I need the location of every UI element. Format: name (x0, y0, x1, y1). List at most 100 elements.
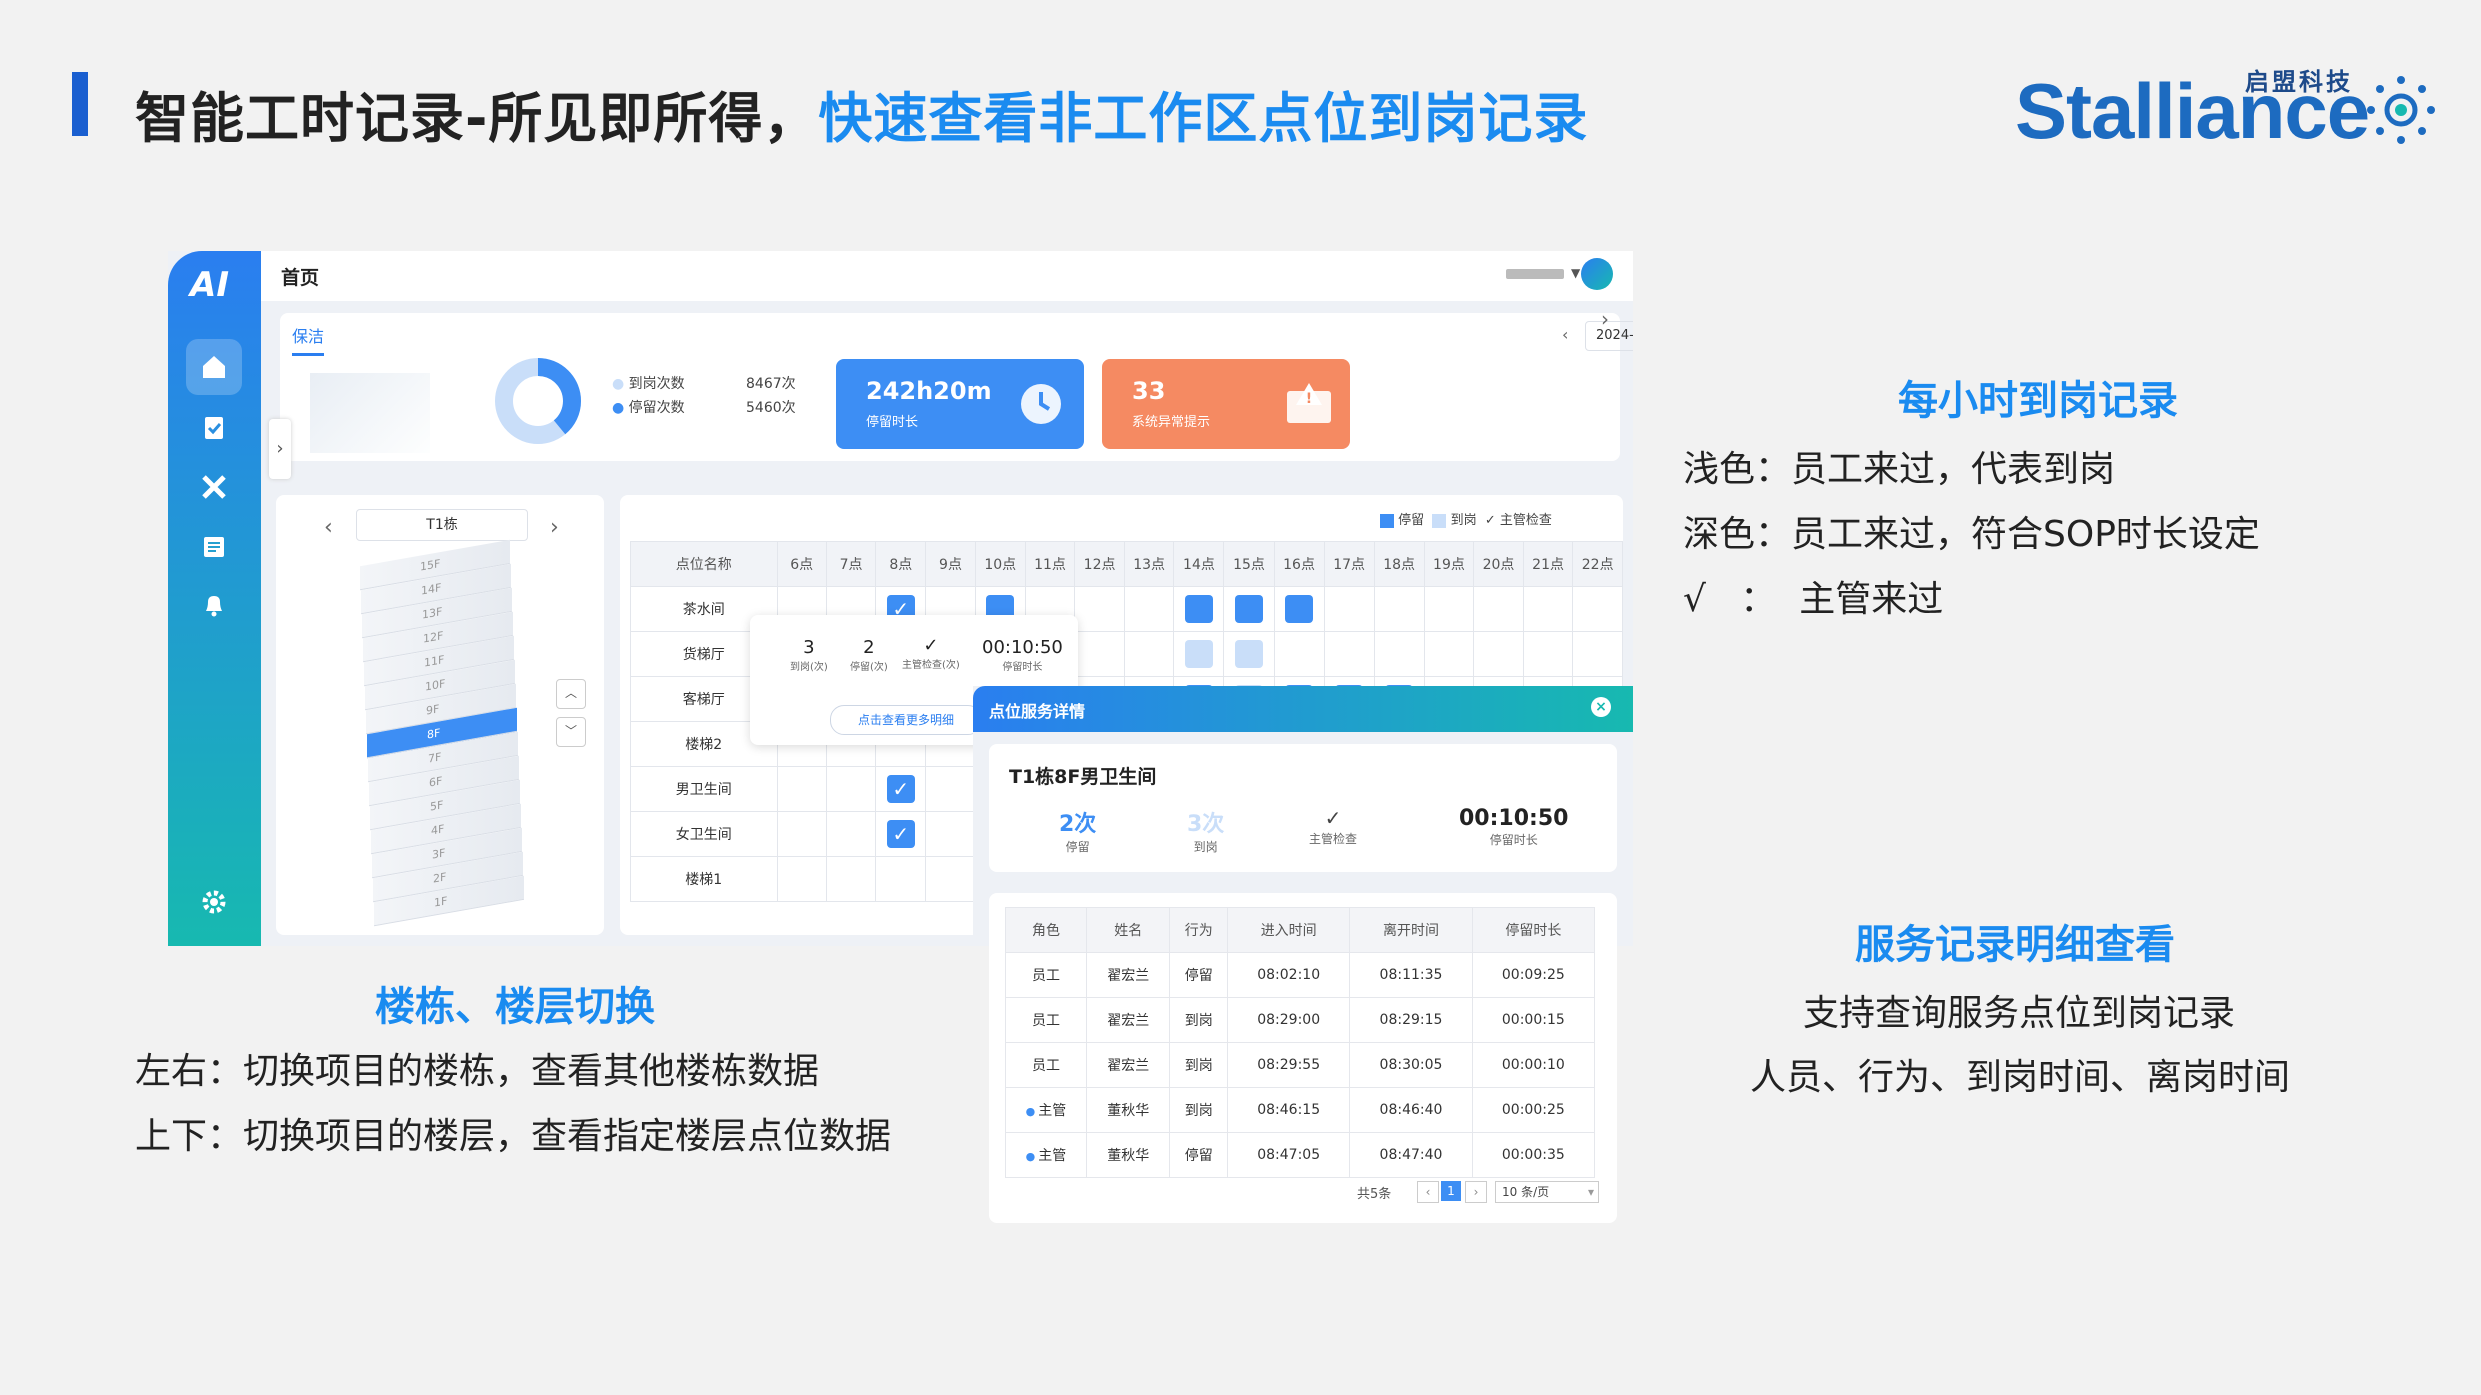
floor-down-button[interactable]: ﹀ (556, 717, 586, 747)
detail-check: ✓ 主管检查 (1309, 806, 1358, 846)
check-icon: ✓ (923, 635, 939, 656)
hour-cell[interactable] (1373, 586, 1425, 632)
table-row: 员工 翟宏兰 停留 08:02:10 08:11:35 00:09:25 (1005, 952, 1596, 998)
prev-page-button[interactable]: ‹ (1417, 1181, 1439, 1203)
page-size-select[interactable]: 10 条/页 ▾ (1495, 1181, 1599, 1203)
warning-mail-icon: ! (1287, 383, 1331, 423)
legend-stay: ● 停留次数 (612, 400, 685, 416)
hour-cell[interactable] (925, 811, 976, 857)
service-note-title: 服务记录明细查看 (1855, 922, 2175, 968)
hour-cell[interactable] (1522, 631, 1574, 677)
hour-cell[interactable] (1273, 586, 1325, 632)
chevron-down-icon: ▾ (1587, 1185, 1594, 1199)
hour-cell[interactable] (1473, 631, 1524, 677)
building-illustration (310, 373, 430, 453)
chevron-down-icon[interactable]: ▼ (1571, 266, 1580, 280)
check-cell-icon[interactable]: ✓ (886, 775, 915, 803)
hour-cell[interactable] (1273, 631, 1325, 677)
page-number[interactable]: 1 (1441, 1181, 1461, 1201)
switch-note-title: 楼栋、楼层切换 (375, 984, 655, 1030)
hour-header: 6点 (776, 541, 827, 587)
hour-cell[interactable] (825, 856, 877, 902)
detail-header: 点位服务详情 × (973, 686, 1633, 732)
check-cell-icon[interactable]: ✓ (886, 820, 915, 848)
hour-cell[interactable] (776, 766, 827, 812)
bell-icon (206, 596, 222, 617)
hour-cell[interactable] (1473, 586, 1524, 632)
prev-building-button[interactable]: ‹ (324, 515, 333, 540)
building-name[interactable]: T1栋 (356, 509, 528, 541)
floor-up-button[interactable]: ︿ (556, 679, 586, 709)
clipboard-icon (205, 417, 223, 439)
sidebar-item-home[interactable] (186, 339, 242, 395)
hour-cell[interactable] (1223, 631, 1275, 677)
next-date-button[interactable]: › (1601, 307, 1609, 331)
table-cell: 董秋华 (1085, 1087, 1171, 1133)
hour-cell[interactable]: ✓ (875, 811, 927, 857)
presence-cell[interactable] (1184, 640, 1213, 668)
hour-cell[interactable] (825, 766, 877, 812)
hour-cell[interactable] (1123, 586, 1175, 632)
hour-cell[interactable] (1423, 586, 1475, 632)
hour-cell[interactable] (1323, 586, 1375, 632)
hour-cell[interactable] (1572, 586, 1623, 632)
presence-cell[interactable] (1285, 595, 1314, 623)
close-icon[interactable]: × (1591, 697, 1611, 717)
detail-col-header: 离开时间 (1349, 907, 1473, 953)
hour-cell[interactable]: ✓ (875, 766, 927, 812)
presence-cell[interactable] (1235, 595, 1263, 623)
breadcrumb-home[interactable]: 首页 (281, 263, 319, 290)
hour-cell[interactable] (1074, 631, 1125, 677)
hour-cell[interactable] (1423, 631, 1475, 677)
sidebar-logo: AI (190, 265, 229, 305)
hour-cell[interactable] (776, 811, 827, 857)
presence-cell[interactable] (1235, 640, 1263, 668)
sidebar: AI (168, 251, 261, 946)
sidebar-item-list[interactable] (186, 519, 242, 575)
grid-col-header: 点位名称 (630, 541, 778, 587)
hour-cell[interactable] (1074, 586, 1125, 632)
hour-cell[interactable] (925, 766, 976, 812)
hour-cell[interactable] (875, 856, 927, 902)
hour-cell[interactable] (925, 856, 976, 902)
date-picker[interactable]: 2024-05-10 (1585, 321, 1633, 351)
table-cell: 08:46:40 (1349, 1087, 1473, 1133)
hour-cell[interactable] (776, 856, 827, 902)
sidebar-item-tasks[interactable] (186, 399, 242, 455)
hour-cell[interactable] (1223, 586, 1275, 632)
presence-cell[interactable] (1184, 595, 1213, 623)
project-selector[interactable] (1506, 269, 1564, 279)
hour-cell[interactable] (825, 811, 877, 857)
table-cell: ● 主管 (1005, 1087, 1087, 1133)
hour-cell[interactable] (1173, 586, 1225, 632)
next-page-button[interactable]: › (1465, 1181, 1487, 1203)
more-details-link[interactable]: 点击查看更多明细 (830, 705, 982, 735)
hour-cell[interactable] (1572, 631, 1623, 677)
switch-note-2: 上下：切换项目的楼层，查看指定楼层点位数据 (135, 1116, 892, 1157)
prev-date-button[interactable]: ‹ (1562, 325, 1568, 344)
hour-cell[interactable] (1123, 631, 1175, 677)
table-cell: 停留 (1169, 1132, 1229, 1178)
tab-cleaning[interactable]: 保洁 (292, 323, 325, 356)
table-cell: 08:11:35 (1349, 952, 1473, 998)
detail-arrive: 3次 到岗 (1187, 812, 1225, 854)
brand-logo: Stalliance 启盟科技 (2015, 60, 2435, 155)
hour-cell[interactable] (1173, 631, 1225, 677)
sidebar-item-settings[interactable] (186, 874, 242, 930)
gear-icon (202, 890, 226, 914)
hour-header: 19点 (1423, 541, 1475, 587)
expand-panel-button[interactable]: › (269, 419, 291, 479)
hour-cell[interactable] (1373, 631, 1425, 677)
next-building-button[interactable]: › (550, 515, 559, 540)
hour-header: 11点 (1024, 541, 1076, 587)
hour-cell[interactable] (1522, 586, 1574, 632)
floor-stack[interactable]: 15F 14F 13F 12F 11F 10F 9F 8F 7F 6F 5F 4F 3F 2F 1F (340, 539, 530, 928)
sidebar-item-alerts[interactable] (186, 577, 242, 633)
table-row: 员工 翟宏兰 到岗 08:29:55 08:30:05 00:00:10 (1005, 1042, 1596, 1088)
hour-header: 10点 (974, 541, 1026, 587)
table-cell: 翟宏兰 (1085, 997, 1171, 1043)
sidebar-item-tools[interactable] (186, 459, 242, 515)
title-accent-bar (72, 72, 88, 136)
hourly-note-2: 深色：员工来过，符合SOP时长设定 (1683, 514, 2260, 555)
hour-cell[interactable] (1323, 631, 1375, 677)
